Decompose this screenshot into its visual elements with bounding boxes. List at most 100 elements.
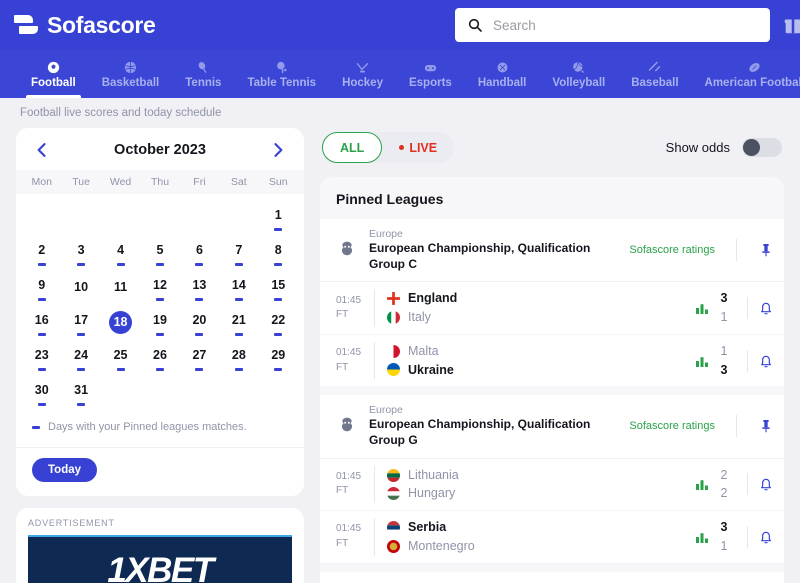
match-row[interactable]: 01:45 FT Malta Ukraine 1 3 <box>320 335 784 388</box>
sofascore-page: Sofascore Football Basketball Tennis Table … <box>0 0 800 583</box>
sport-tab-football[interactable]: Football <box>18 50 89 98</box>
show-odds-toggle[interactable] <box>742 138 782 157</box>
table-tennis-icon <box>277 61 287 73</box>
notification-bell-icon[interactable] <box>758 300 774 316</box>
calendar-day-22[interactable]: 22 <box>259 305 298 339</box>
calendar-day-25[interactable]: 25 <box>101 340 140 374</box>
calendar-day-29[interactable]: 29 <box>259 340 298 374</box>
gift-icon[interactable] <box>782 14 800 36</box>
calendar-day-21[interactable]: 21 <box>219 305 258 339</box>
calendar-day-28[interactable]: 28 <box>219 340 258 374</box>
match-teams: Lithuania Hungary <box>387 466 693 504</box>
match-score: 31 <box>711 518 737 556</box>
calendar-day-number: 7 <box>235 242 243 257</box>
advertisement-banner[interactable]: 1XBET <box>28 535 292 583</box>
calendar-weekday: Sun <box>268 176 288 188</box>
calendar-day-13[interactable]: 13 <box>180 270 219 304</box>
calendar-weekday: Sat <box>230 176 247 188</box>
calendar-day-dot-icon <box>195 263 204 266</box>
notification-bell-icon[interactable] <box>758 353 774 369</box>
calendar-day-24[interactable]: 24 <box>61 340 100 374</box>
sport-tab-baseball[interactable]: Baseball <box>618 50 691 98</box>
calendar-day-9[interactable]: 9 <box>22 270 61 304</box>
sport-tab-table-tennis[interactable]: Table Tennis <box>234 50 329 98</box>
calendar-day-2[interactable]: 2 <box>22 235 61 269</box>
pin-icon[interactable] <box>758 418 774 434</box>
calendar-day-26[interactable]: 26 <box>140 340 179 374</box>
baseball-icon <box>649 61 661 71</box>
league-header[interactable]: EuropeEuropean Championship, Qualificati… <box>320 395 784 459</box>
league-header[interactable]: EuropeEuropean Championship, Qualificati… <box>320 219 784 283</box>
sport-tab-esports[interactable]: Esports <box>396 50 465 98</box>
search-bar[interactable] <box>455 8 770 42</box>
calendar-weekday: Thu <box>150 176 170 188</box>
home-score: 1 <box>720 343 728 358</box>
show-odds-label: Show odds <box>665 140 730 155</box>
calendar-day-10[interactable]: 10 <box>61 270 100 304</box>
calendar-day-17[interactable]: 17 <box>61 305 100 339</box>
statistics-icon[interactable] <box>693 528 711 546</box>
calendar-day-5[interactable]: 5 <box>140 235 179 269</box>
team-name: Montenegro <box>408 538 475 553</box>
calendar-day-dot-icon <box>37 263 46 266</box>
calendar-day-27[interactable]: 27 <box>180 340 219 374</box>
match-row[interactable]: 01:45 FT England Italy 3 1 <box>320 282 784 335</box>
calendar-day-8[interactable]: 8 <box>259 235 298 269</box>
calendar-day-16[interactable]: 16 <box>22 305 61 339</box>
match-row[interactable]: 01:45 FT Lithuania Hungary 2 2 <box>320 459 784 512</box>
statistics-icon[interactable] <box>693 352 711 370</box>
filter-live-button[interactable]: LIVE <box>382 132 454 163</box>
calendar-day-14[interactable]: 14 <box>219 270 258 304</box>
sofascore-ratings-link[interactable]: Sofascore ratings <box>629 244 715 256</box>
calendar-weekday: Tue <box>72 176 90 188</box>
calendar-day-12[interactable]: 12 <box>140 270 179 304</box>
legend-dot-icon <box>32 425 40 429</box>
calendar-day-number: 18 <box>109 310 133 334</box>
sofascore-ratings-link[interactable]: Sofascore ratings <box>629 420 715 432</box>
sport-tab-handball[interactable]: Handball <box>465 50 540 98</box>
today-button[interactable]: Today <box>32 458 98 482</box>
calendar-day-23[interactable]: 23 <box>22 340 61 374</box>
sport-tab-basketball[interactable]: Basketball <box>89 50 173 98</box>
calendar-day-19[interactable]: 19 <box>140 305 179 339</box>
brand-logo[interactable]: Sofascore <box>14 12 156 39</box>
calendar-day-dot-icon <box>234 263 243 266</box>
search-input[interactable] <box>493 17 758 33</box>
calendar-day-number: 14 <box>231 277 246 292</box>
team: Serbia <box>387 518 693 537</box>
sport-tab-american-football[interactable]: American Football <box>692 50 800 98</box>
sport-tab-label: American Football <box>704 76 800 89</box>
filter-all-button[interactable]: ALL <box>322 132 383 163</box>
calendar-day-3[interactable]: 3 <box>61 235 100 269</box>
divider <box>374 341 375 380</box>
calendar-weekday: Mon <box>31 176 52 188</box>
calendar-day-4[interactable]: 4 <box>101 235 140 269</box>
calendar-day-11[interactable]: 11 <box>101 270 140 304</box>
sport-tab-tennis[interactable]: Tennis <box>172 50 234 98</box>
calendar-day-31[interactable]: 31 <box>61 375 100 409</box>
notification-bell-icon[interactable] <box>758 476 774 492</box>
calendar-day-7[interactable]: 7 <box>219 235 258 269</box>
filter-live-label: LIVE <box>409 140 438 155</box>
calendar-day-number: 27 <box>192 347 207 362</box>
sofascore-logo-icon <box>14 13 38 37</box>
pin-icon[interactable] <box>758 242 774 258</box>
chevron-right-icon[interactable] <box>268 140 288 160</box>
notification-bell-icon[interactable] <box>758 529 774 545</box>
calendar-day-number: 6 <box>195 242 203 257</box>
calendar-day-18[interactable]: 18 <box>101 305 140 339</box>
chevron-left-icon[interactable] <box>32 140 52 160</box>
match-row[interactable]: 01:45 FT Serbia Montenegro 3 1 <box>320 511 784 564</box>
sport-tab-hockey[interactable]: Hockey <box>329 50 396 98</box>
calendar-day-1[interactable]: 1 <box>259 200 298 234</box>
calendar-day-15[interactable]: 15 <box>259 270 298 304</box>
statistics-icon[interactable] <box>693 475 711 493</box>
calendar-day-6[interactable]: 6 <box>180 235 219 269</box>
calendar-day-number: 19 <box>153 312 167 327</box>
statistics-icon[interactable] <box>693 299 711 317</box>
sport-tab-volleyball[interactable]: Volleyball <box>539 50 618 98</box>
calendar-day-30[interactable]: 30 <box>22 375 61 409</box>
calendar-day-number: 5 <box>156 242 164 257</box>
calendar-day-20[interactable]: 20 <box>180 305 219 339</box>
league-header[interactable]: EuropeEuropean Championship, Qualificati… <box>320 572 784 583</box>
